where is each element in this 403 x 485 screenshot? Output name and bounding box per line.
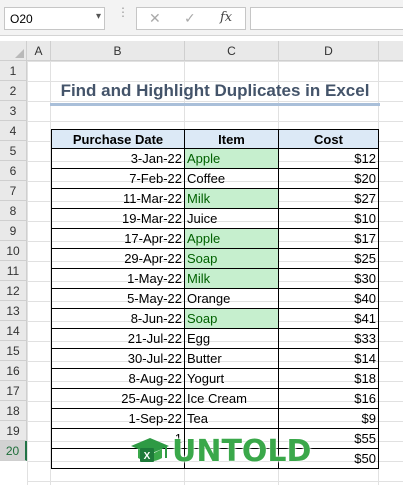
cost-cell[interactable]: $30: [279, 269, 379, 289]
cost-cell[interactable]: $17: [279, 229, 379, 249]
row-header-3[interactable]: 3: [0, 101, 27, 121]
row-header-15[interactable]: 15: [0, 341, 27, 361]
item-cell[interactable]: Orange: [185, 289, 279, 309]
watermark-text: UNTOLD: [172, 434, 312, 469]
row-header-17[interactable]: 17: [0, 381, 27, 401]
purchase-date-cell[interactable]: 19-Mar-22: [51, 209, 185, 229]
item-cell[interactable]: Tea: [185, 409, 279, 429]
cost-cell[interactable]: $14: [279, 349, 379, 369]
row-header-14[interactable]: 14: [0, 321, 27, 341]
row-header-1[interactable]: 1: [0, 61, 27, 81]
row-header-11[interactable]: 11: [0, 261, 27, 281]
cost-cell[interactable]: $9: [279, 409, 379, 429]
header-cost[interactable]: Cost: [279, 129, 379, 149]
purchase-date-cell[interactable]: 1-May-22: [51, 269, 185, 289]
row-header-7[interactable]: 7: [0, 181, 27, 201]
row-header-12[interactable]: 12: [0, 281, 27, 301]
formula-buttons: ✕ ✓ fx: [136, 7, 246, 30]
item-cell[interactable]: Milk: [185, 189, 279, 209]
watermark-logo: X UNTOLD: [122, 434, 311, 470]
cost-cell[interactable]: $25: [279, 249, 379, 269]
worksheet-grid: A B C D 1 2 3 4 5 6 7 8 9 10 11 12 13 14 15 16 17 18 19 20 …: [0, 41, 403, 485]
item-cell[interactable]: Milk: [185, 269, 279, 289]
cost-cell[interactable]: $33: [279, 329, 379, 349]
select-all-button[interactable]: [0, 41, 27, 61]
purchase-date-cell[interactable]: 25-Aug-22: [51, 389, 185, 409]
check-icon[interactable]: ✓: [184, 10, 196, 27]
name-box[interactable]: O20 ▾: [4, 7, 105, 30]
item-cell[interactable]: Juice: [185, 209, 279, 229]
title-underline: [50, 103, 380, 106]
row-header-13[interactable]: 13: [0, 301, 27, 321]
column-header-d[interactable]: D: [279, 41, 379, 61]
cost-cell[interactable]: $20: [279, 169, 379, 189]
cancel-icon[interactable]: ✕: [149, 10, 161, 27]
item-cell[interactable]: Apple: [185, 149, 279, 169]
item-cell[interactable]: Yogurt: [185, 369, 279, 389]
svg-text:X: X: [144, 451, 151, 462]
column-header-b[interactable]: B: [51, 41, 185, 61]
purchase-date-cell[interactable]: 8-Aug-22: [51, 369, 185, 389]
drag-handle-icon[interactable]: ⋮: [117, 6, 129, 27]
row-header-16[interactable]: 16: [0, 361, 27, 381]
item-cell[interactable]: Soap: [185, 309, 279, 329]
column-header-e[interactable]: [379, 41, 403, 61]
item-cell[interactable]: Ice Cream: [185, 389, 279, 409]
cost-cell[interactable]: $41: [279, 309, 379, 329]
row-header-2[interactable]: 2: [0, 81, 27, 101]
cost-cell[interactable]: $27: [279, 189, 379, 209]
row-header-18[interactable]: 18: [0, 401, 27, 421]
purchase-date-cell[interactable]: 5-May-22: [51, 289, 185, 309]
column-header-c[interactable]: C: [185, 41, 279, 61]
row-header-5[interactable]: 5: [0, 141, 27, 161]
chevron-down-icon[interactable]: ▾: [96, 11, 101, 22]
formula-input[interactable]: [250, 7, 403, 30]
row-header-20[interactable]: 20: [0, 441, 27, 461]
cost-cell[interactable]: $40: [279, 289, 379, 309]
row-header-4[interactable]: 4: [0, 121, 27, 141]
item-cell[interactable]: Butter: [185, 349, 279, 369]
item-cell[interactable]: Coffee: [185, 169, 279, 189]
row-header-6[interactable]: 6: [0, 161, 27, 181]
item-cell[interactable]: Apple: [185, 229, 279, 249]
sheet-title: Find and Highlight Duplicates in Excel: [60, 81, 370, 100]
name-box-value: O20: [10, 12, 33, 26]
cost-cell[interactable]: $12: [279, 149, 379, 169]
purchase-date-cell[interactable]: 30-Jul-22: [51, 349, 185, 369]
header-purchase-date[interactable]: Purchase Date: [51, 129, 185, 149]
select-all-icon: [15, 49, 24, 58]
purchase-date-cell[interactable]: 8-Jun-22: [51, 309, 185, 329]
cost-cell[interactable]: $16: [279, 389, 379, 409]
purchase-date-cell[interactable]: 21-Jul-22: [51, 329, 185, 349]
row-header-19[interactable]: 19: [0, 421, 27, 441]
item-cell[interactable]: Soap: [185, 249, 279, 269]
row-header-9[interactable]: 9: [0, 221, 27, 241]
purchase-date-cell[interactable]: 11-Mar-22: [51, 189, 185, 209]
purchase-date-cell[interactable]: 1-Sep-22: [51, 409, 185, 429]
row-header-8[interactable]: 8: [0, 201, 27, 221]
header-item[interactable]: Item: [185, 129, 279, 149]
purchase-date-cell[interactable]: 17-Apr-22: [51, 229, 185, 249]
item-cell[interactable]: Egg: [185, 329, 279, 349]
row-header-10[interactable]: 10: [0, 241, 27, 261]
formula-bar: O20 ▾ ⋮ ✕ ✓ fx: [0, 0, 403, 36]
cost-cell[interactable]: $18: [279, 369, 379, 389]
column-header-a[interactable]: A: [27, 41, 51, 61]
insert-function-icon[interactable]: fx: [220, 10, 232, 25]
graduation-cap-excel-icon: X: [131, 438, 169, 462]
purchase-date-cell[interactable]: 29-Apr-22: [51, 249, 185, 269]
cost-cell[interactable]: $10: [279, 209, 379, 229]
purchase-date-cell[interactable]: 7-Feb-22: [51, 169, 185, 189]
purchase-date-cell[interactable]: 3-Jan-22: [51, 149, 185, 169]
